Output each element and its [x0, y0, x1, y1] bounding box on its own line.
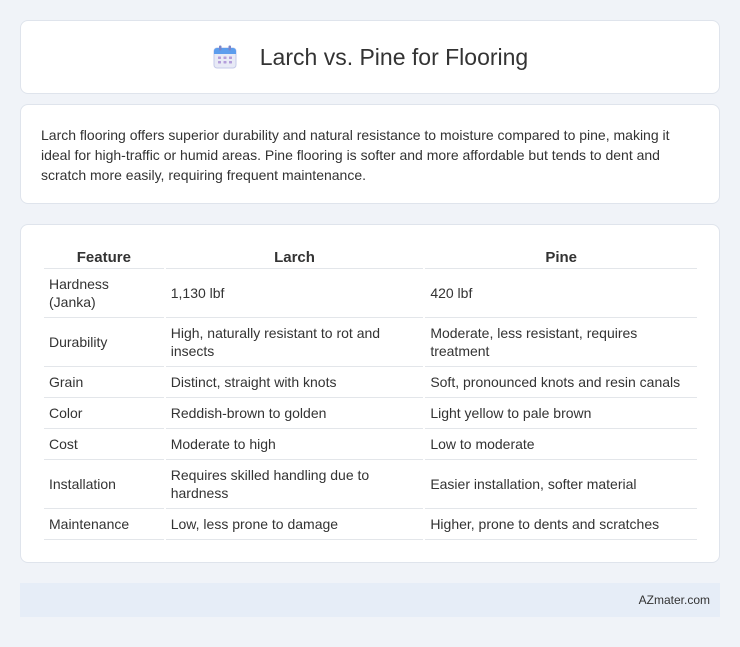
column-header-larch: Larch: [165, 245, 424, 269]
table-row: Installation Requires skilled handling d…: [44, 460, 697, 509]
intro-card: Larch flooring offers superior durabilit…: [20, 104, 720, 204]
table-cell-larch: High, naturally resistant to rot and ins…: [165, 318, 424, 367]
title-card: Larch vs. Pine for Flooring: [20, 20, 720, 94]
footer: AZmater.com: [20, 583, 720, 617]
table-cell-pine: Higher, prone to dents and scratches: [425, 509, 697, 540]
table-cell-feature: Installation: [44, 460, 164, 509]
table-cell-pine: Low to moderate: [425, 429, 697, 460]
page-title: Larch vs. Pine for Flooring: [259, 43, 529, 70]
column-header-pine: Pine: [425, 245, 697, 269]
table-cell-feature: Hardness (Janka): [44, 269, 164, 318]
table-cell-pine: Moderate, less resistant, requires treat…: [425, 318, 697, 367]
table-cell-larch: Reddish-brown to golden: [165, 398, 424, 429]
comparison-card: Feature Larch Pine Hardness (Janka) 1,13…: [20, 224, 720, 563]
table-cell-pine: Soft, pronounced knots and resin canals: [425, 367, 697, 398]
table-cell-larch: Requires skilled handling due to hardnes…: [165, 460, 424, 509]
footer-site-name: AZmater.com: [638, 593, 710, 607]
intro-paragraph: Larch flooring offers superior durabilit…: [41, 127, 670, 183]
table-cell-feature: Color: [44, 398, 164, 429]
calendar-icon: [212, 44, 238, 70]
table-cell-larch: Distinct, straight with knots: [165, 367, 424, 398]
comparison-table: Feature Larch Pine Hardness (Janka) 1,13…: [42, 245, 699, 540]
table-cell-pine: Light yellow to pale brown: [425, 398, 697, 429]
table-header-row: Feature Larch Pine: [44, 245, 697, 269]
table-cell-pine: 420 lbf: [425, 269, 697, 318]
column-header-feature: Feature: [44, 245, 164, 269]
table-row: Hardness (Janka) 1,130 lbf 420 lbf: [44, 269, 697, 318]
table-cell-feature: Maintenance: [44, 509, 164, 540]
table-row: Durability High, naturally resistant to …: [44, 318, 697, 367]
table-cell-larch: Low, less prone to damage: [165, 509, 424, 540]
table-cell-feature: Cost: [44, 429, 164, 460]
table-cell-feature: Grain: [44, 367, 164, 398]
table-cell-pine: Easier installation, softer material: [425, 460, 697, 509]
table-row: Color Reddish-brown to golden Light yell…: [44, 398, 697, 429]
table-row: Cost Moderate to high Low to moderate: [44, 429, 697, 460]
table-cell-larch: Moderate to high: [165, 429, 424, 460]
table-cell-larch: 1,130 lbf: [165, 269, 424, 318]
table-row: Grain Distinct, straight with knots Soft…: [44, 367, 697, 398]
table-row: Maintenance Low, less prone to damage Hi…: [44, 509, 697, 540]
table-cell-feature: Durability: [44, 318, 164, 367]
